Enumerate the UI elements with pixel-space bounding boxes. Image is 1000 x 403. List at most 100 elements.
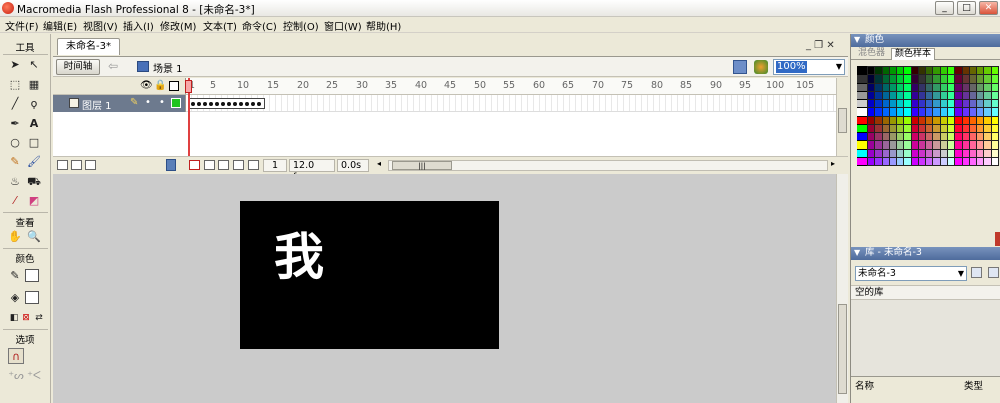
collapse-triangle-icon[interactable]: ▼ bbox=[854, 247, 860, 259]
color-swatch[interactable] bbox=[918, 141, 926, 149]
column-name[interactable]: 名称 bbox=[855, 378, 874, 392]
color-swatch[interactable] bbox=[911, 116, 918, 124]
gradient-transform-tool-icon[interactable]: ▦ bbox=[26, 77, 42, 93]
color-swatch[interactable] bbox=[926, 108, 933, 116]
color-swatch[interactable] bbox=[926, 67, 933, 75]
edit-scene-icon[interactable] bbox=[733, 60, 747, 74]
color-swatch[interactable] bbox=[940, 133, 948, 141]
color-swatch[interactable] bbox=[875, 157, 882, 165]
color-swatch[interactable] bbox=[911, 157, 918, 165]
color-swatch[interactable] bbox=[857, 124, 867, 132]
selection-tool-icon[interactable]: ➤ bbox=[7, 57, 23, 73]
chevron-down-icon[interactable]: ▼ bbox=[836, 62, 842, 71]
color-swatch[interactable] bbox=[940, 116, 948, 124]
color-swatch[interactable] bbox=[962, 141, 969, 149]
color-swatch[interactable] bbox=[984, 83, 991, 91]
color-swatch[interactable] bbox=[984, 67, 991, 75]
color-swatch[interactable] bbox=[857, 83, 867, 91]
color-swatch[interactable] bbox=[948, 141, 955, 149]
snap-magnet-icon[interactable]: ∩ bbox=[8, 348, 24, 364]
color-swatch[interactable] bbox=[962, 108, 969, 116]
color-swatch[interactable] bbox=[918, 75, 926, 83]
close-icon[interactable] bbox=[995, 232, 1000, 246]
color-swatch[interactable] bbox=[926, 91, 933, 99]
greyscale-column[interactable] bbox=[857, 66, 867, 166]
color-swatch[interactable] bbox=[897, 91, 904, 99]
color-swatch[interactable] bbox=[857, 149, 867, 157]
color-swatch[interactable] bbox=[962, 124, 969, 132]
color-swatch[interactable] bbox=[875, 83, 882, 91]
back-arrow-icon[interactable]: ⇦ bbox=[108, 59, 118, 73]
color-swatch[interactable] bbox=[926, 157, 933, 165]
color-swatch[interactable] bbox=[889, 75, 897, 83]
rectangle-tool-icon[interactable]: □ bbox=[26, 135, 42, 151]
smooth-icon[interactable]: ⁺ᔕ bbox=[8, 368, 24, 384]
color-swatch[interactable] bbox=[875, 149, 882, 157]
color-swatch[interactable] bbox=[889, 124, 897, 132]
color-swatch[interactable] bbox=[933, 124, 940, 132]
color-swatch[interactable] bbox=[933, 157, 940, 165]
chevron-down-icon[interactable]: ▼ bbox=[958, 267, 964, 280]
color-swatch[interactable] bbox=[889, 149, 897, 157]
menu-help[interactable]: 帮助(H) bbox=[366, 18, 401, 33]
color-swatch[interactable] bbox=[904, 100, 911, 108]
color-swatch[interactable] bbox=[868, 83, 875, 91]
color-swatch[interactable] bbox=[868, 157, 875, 165]
color-swatch[interactable] bbox=[962, 75, 969, 83]
menu-text[interactable]: 文本(T) bbox=[203, 18, 237, 33]
stage[interactable]: 我 bbox=[240, 201, 499, 349]
color-swatch[interactable] bbox=[904, 75, 911, 83]
color-swatch[interactable] bbox=[984, 141, 991, 149]
lock-icon[interactable]: 🔒 bbox=[154, 80, 166, 91]
color-swatch[interactable] bbox=[991, 108, 998, 116]
color-swatch[interactable] bbox=[984, 108, 991, 116]
subselection-tool-icon[interactable]: ↖ bbox=[26, 57, 42, 73]
color-swatch[interactable] bbox=[868, 141, 875, 149]
color-swatch[interactable] bbox=[897, 157, 904, 165]
color-swatch[interactable] bbox=[882, 149, 889, 157]
color-swatch[interactable] bbox=[948, 108, 955, 116]
color-swatch[interactable] bbox=[977, 83, 984, 91]
color-swatch[interactable] bbox=[962, 67, 969, 75]
color-swatch[interactable] bbox=[969, 91, 977, 99]
color-swatch[interactable] bbox=[904, 116, 911, 124]
new-library-panel-icon[interactable] bbox=[988, 267, 999, 278]
timeline-toggle-button[interactable]: 时间轴 bbox=[56, 59, 100, 75]
color-swatch[interactable] bbox=[984, 116, 991, 124]
color-swatch[interactable] bbox=[889, 67, 897, 75]
color-swatch[interactable] bbox=[918, 157, 926, 165]
fill-color-icon[interactable]: ◈ bbox=[7, 290, 23, 306]
color-swatch[interactable] bbox=[882, 83, 889, 91]
color-swatch[interactable] bbox=[875, 67, 882, 75]
stage-text[interactable]: 我 bbox=[274, 217, 324, 289]
color-swatch[interactable] bbox=[933, 116, 940, 124]
color-swatch[interactable] bbox=[948, 124, 955, 132]
close-button[interactable]: ✕ bbox=[979, 1, 998, 15]
color-swatch[interactable] bbox=[991, 67, 998, 75]
stage-vertical-scrollbar[interactable] bbox=[836, 174, 848, 403]
color-swatch[interactable] bbox=[857, 141, 867, 149]
color-swatch[interactable] bbox=[977, 75, 984, 83]
color-swatch[interactable] bbox=[911, 91, 918, 99]
color-swatch[interactable] bbox=[962, 83, 969, 91]
color-swatch[interactable] bbox=[889, 141, 897, 149]
color-swatch[interactable] bbox=[969, 133, 977, 141]
zoom-select[interactable]: 100% ▼ bbox=[773, 59, 845, 75]
outline-color-icon[interactable] bbox=[171, 98, 181, 108]
straighten-icon[interactable]: ⁺ᐸ bbox=[26, 368, 42, 384]
color-swatch[interactable] bbox=[933, 91, 940, 99]
color-swatch[interactable] bbox=[868, 124, 875, 132]
layer-row[interactable]: 图层 1 ✎ • • bbox=[53, 95, 186, 112]
color-swatch[interactable] bbox=[969, 67, 977, 75]
color-swatch[interactable] bbox=[948, 157, 955, 165]
document-window-buttons[interactable]: _ ❐ ✕ bbox=[806, 40, 835, 51]
color-swatch[interactable] bbox=[969, 100, 977, 108]
onion-skin-icon[interactable] bbox=[204, 160, 215, 170]
library-document-select[interactable]: 未命名-3 ▼ bbox=[855, 266, 967, 281]
color-swatch[interactable] bbox=[969, 157, 977, 165]
color-swatch[interactable] bbox=[948, 149, 955, 157]
color-swatch[interactable] bbox=[969, 83, 977, 91]
color-swatch[interactable] bbox=[969, 116, 977, 124]
zoom-tool-icon[interactable]: 🔍 bbox=[26, 229, 42, 245]
color-swatch[interactable] bbox=[955, 157, 962, 165]
